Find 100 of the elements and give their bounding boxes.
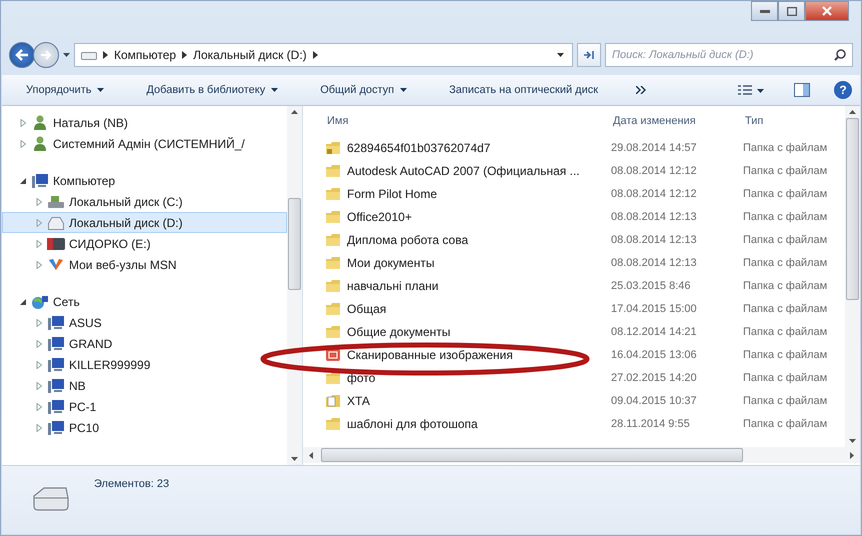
refresh-button[interactable] [577, 43, 601, 67]
caret-icon [271, 88, 278, 92]
close-icon [822, 6, 832, 16]
back-arrow-icon [15, 49, 29, 61]
file-name[interactable]: Office2010+ [347, 210, 412, 224]
date-modified: 08.08.2014 12:13 [611, 234, 698, 246]
pc-icon [47, 336, 65, 352]
file-name[interactable]: Autodesk AutoCAD 2007 (Официальная ... [347, 164, 580, 178]
locked-folder-icon [325, 140, 341, 154]
address-bar[interactable]: Компьютер Локальный диск (D:) [74, 43, 573, 67]
file-type: Папка с файлам [743, 188, 828, 200]
scroll-thumb[interactable] [846, 118, 859, 300]
scrollbar[interactable] [303, 447, 860, 463]
scrollbar[interactable] [287, 106, 302, 465]
toolbar-button[interactable]: Записать на оптический диск [441, 80, 606, 100]
date-modified: 08.08.2014 12:13 [611, 210, 698, 222]
preview-pane-icon [794, 83, 810, 97]
expander-icon[interactable] [19, 176, 27, 184]
file-type: Папка с файлам [743, 142, 828, 154]
file-name[interactable]: Мои документы [347, 256, 434, 270]
minimize-button[interactable] [751, 1, 778, 21]
file-type: Папка с файлам [743, 302, 828, 314]
tree-item[interactable]: Локальный диск (C:) [2, 191, 287, 212]
user-icon [31, 136, 49, 152]
column-header[interactable]: Дата изменения [613, 115, 745, 127]
dropdown-arrow-icon[interactable] [63, 53, 70, 57]
usb-icon [47, 236, 65, 252]
breadcrumb[interactable]: Компьютер [114, 48, 176, 62]
tree-item[interactable]: KILLER999999 [2, 354, 287, 375]
pc-icon [47, 356, 65, 372]
pc-icon [47, 314, 65, 330]
file-name[interactable]: Общие документы [347, 324, 450, 338]
breadcrumb[interactable]: Локальный диск (D:) [193, 48, 307, 62]
search-field[interactable]: Поиск: Локальный диск (D:) [605, 43, 853, 67]
toolbar-button[interactable]: Упорядочить [18, 80, 112, 100]
file-name[interactable]: Диплома робота сова [347, 232, 468, 246]
user-icon [31, 114, 49, 130]
search-icon [834, 49, 846, 61]
tree-item[interactable]: PC-1 [2, 396, 287, 417]
date-modified: 28.11.2014 9:55 [611, 418, 691, 430]
scrollbar[interactable] [845, 106, 860, 447]
back-button[interactable] [9, 42, 35, 68]
drive-icon [81, 50, 97, 60]
chevron-icon[interactable] [312, 51, 318, 59]
file-name[interactable]: ХТА [347, 394, 370, 408]
file-name[interactable]: 62894654f01b03762074d7 [347, 140, 490, 154]
scroll-left-icon[interactable] [309, 452, 313, 458]
forward-arrow-icon [40, 49, 52, 61]
date-modified: 27.02.2015 14:20 [611, 372, 698, 384]
file-name[interactable]: Form Pilot Home [347, 186, 438, 200]
folder-icon [325, 302, 341, 316]
chevron-icon[interactable] [103, 51, 108, 59]
tree-item[interactable]: GRAND [2, 333, 287, 354]
tree-item[interactable]: Компьютер [2, 170, 287, 191]
tree-item[interactable]: Сеть [2, 291, 287, 312]
column-header[interactable]: Тип [745, 115, 845, 127]
folder-icon [325, 278, 341, 292]
column-header[interactable]: Имя [325, 115, 613, 127]
tree-item[interactable]: Наталья (NB) [2, 112, 287, 133]
file-type: Папка с файлам [743, 394, 828, 406]
toolbar-button[interactable]: Общий доступ [312, 80, 416, 100]
date-modified: 08.08.2014 12:13 [611, 256, 698, 268]
file-type: Папка с файлам [743, 372, 828, 384]
scroll-down-icon[interactable] [291, 457, 298, 461]
tree-item[interactable]: СИДОРКО (E:) [2, 233, 287, 254]
forward-button[interactable] [33, 42, 59, 68]
folder-icon [325, 256, 341, 270]
tree-item[interactable]: Мои веб-узлы MSN [2, 254, 287, 275]
dropdown-arrow-icon[interactable] [557, 53, 564, 57]
date-modified: 08.08.2014 12:12 [611, 164, 698, 176]
scroll-down-icon[interactable] [849, 439, 856, 443]
file-type: Папка с файлам [743, 280, 828, 292]
file-name[interactable]: навчальні плани [347, 278, 438, 292]
file-name[interactable]: шаблоні для фотошопа [347, 416, 478, 430]
date-modified: 29.08.2014 14:57 [611, 142, 698, 154]
caret-icon [97, 88, 104, 92]
file-name[interactable]: фото [347, 370, 376, 384]
chevron-icon[interactable] [182, 51, 188, 59]
tree-item[interactable]: Локальный диск (D:) [2, 212, 287, 233]
help-button[interactable]: ? [834, 81, 852, 99]
toolbar-button[interactable]: Добавить в библиотеку [138, 80, 286, 100]
more-icon[interactable] [636, 86, 646, 94]
maximize-button[interactable] [778, 1, 805, 21]
tree-item[interactable]: Системний Адмін (СИСТЕМНИЙ_/ [2, 133, 287, 154]
scroll-right-icon[interactable] [850, 452, 854, 458]
scroll-thumb[interactable] [288, 198, 301, 290]
scroll-up-icon[interactable] [849, 110, 856, 114]
file-type: Папка с файлам [743, 210, 828, 222]
file-name[interactable]: Общая [347, 302, 386, 316]
expander-icon[interactable] [19, 298, 27, 306]
close-button[interactable] [805, 1, 849, 21]
scroll-up-icon[interactable] [291, 110, 298, 114]
tree-item[interactable]: PC10 [2, 417, 287, 438]
minimize-icon [760, 10, 770, 12]
tree-item[interactable]: NB [2, 375, 287, 396]
pc-icon [47, 420, 65, 436]
computer-icon [31, 172, 49, 188]
scroll-thumb[interactable] [321, 448, 743, 462]
date-modified: 25.03.2015 8:46 [611, 280, 692, 292]
tree-item[interactable]: ASUS [2, 312, 287, 333]
